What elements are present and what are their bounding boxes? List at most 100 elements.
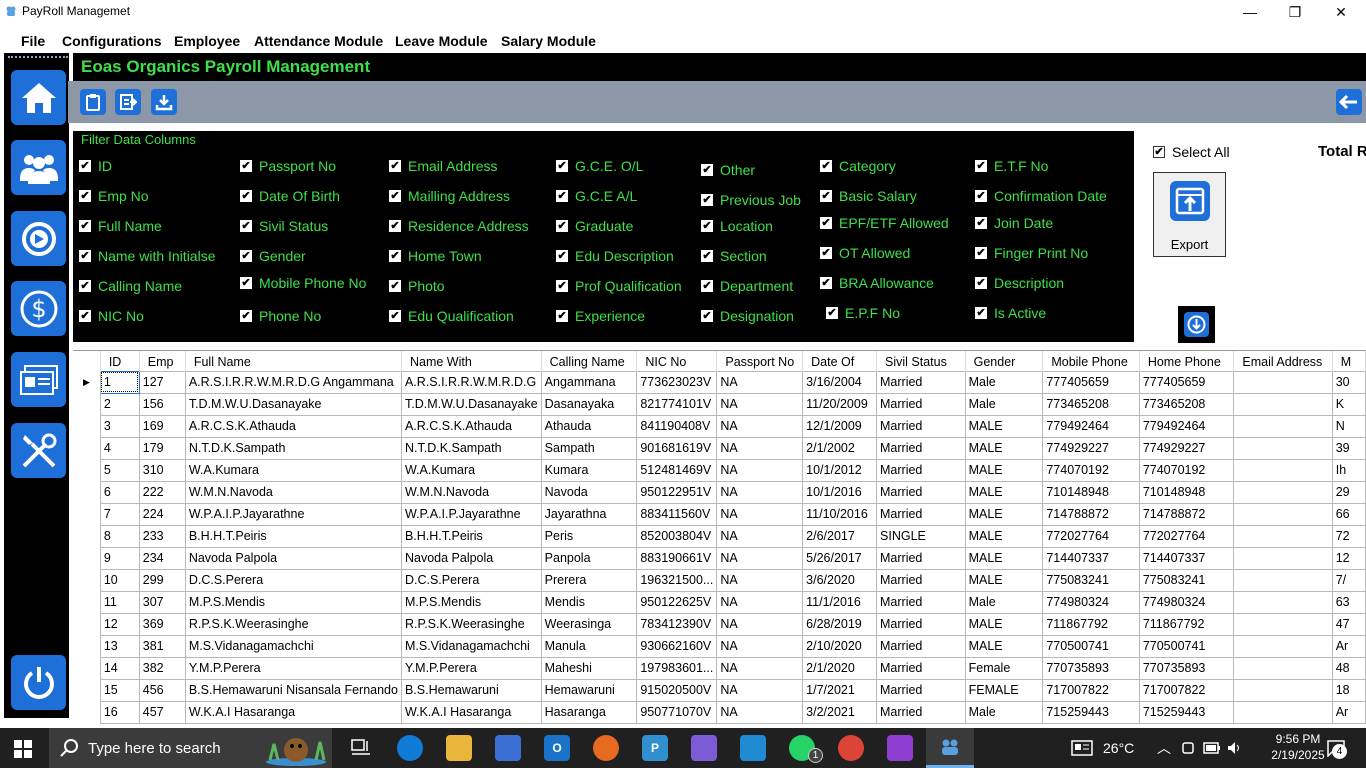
table-cell[interactable]: 772027764: [1138, 524, 1235, 548]
table-cell[interactable]: W.P.A.I.P.Jayarathne: [184, 502, 402, 526]
export-button[interactable]: Export: [1153, 172, 1226, 257]
table-cell[interactable]: 12: [1331, 546, 1366, 570]
filter-checkbox-edu-description[interactable]: ✔ Edu Description: [556, 248, 674, 264]
table-cell[interactable]: 710148948: [1138, 480, 1235, 504]
maximize-button[interactable]: ❐: [1272, 0, 1318, 24]
filter-checkbox-e-p-f-no[interactable]: ✔ E.P.F No: [826, 305, 900, 321]
filter-checkbox-photo[interactable]: ✔ Photo: [389, 278, 445, 294]
table-cell[interactable]: 774980324: [1042, 590, 1140, 614]
table-cell[interactable]: 710148948: [1042, 480, 1140, 504]
table-cell[interactable]: Ar: [1331, 700, 1366, 724]
table-cell[interactable]: 13: [99, 634, 140, 658]
table-cell[interactable]: Married: [876, 656, 966, 680]
table-cell[interactable]: Married: [876, 568, 966, 592]
row-selector[interactable]: [73, 635, 101, 657]
table-cell[interactable]: MALE: [964, 480, 1044, 504]
row-selector[interactable]: [73, 657, 101, 679]
table-cell[interactable]: 233: [138, 524, 186, 548]
table-cell[interactable]: Navoda Palpola: [184, 546, 402, 570]
table-cell[interactable]: 5/26/2017: [802, 546, 878, 570]
table-cell[interactable]: 30: [1331, 370, 1366, 394]
volume-icon[interactable]: [1227, 741, 1243, 755]
table-cell[interactable]: 950122625V: [636, 590, 718, 614]
table-row[interactable]: 12 369 R.P.S.K.Weerasinghe R.P.S.K.Weerasin…: [73, 612, 1366, 636]
table-cell[interactable]: 775083241: [1042, 568, 1140, 592]
filter-checkbox-basic-salary[interactable]: ✔ Basic Salary: [820, 188, 917, 204]
column-header[interactable]: M: [1332, 351, 1366, 371]
table-cell[interactable]: T.D.M.W.U.Dasanayake: [184, 392, 402, 416]
power-button[interactable]: [11, 655, 66, 710]
table-cell[interactable]: 169: [138, 414, 186, 438]
table-cell[interactable]: Maheshi: [540, 656, 638, 680]
table-cell[interactable]: NA: [716, 480, 804, 504]
filter-checkbox-g-c-e-a-l[interactable]: ✔ G.C.E A/L: [556, 188, 637, 204]
table-cell[interactable]: B.H.H.T.Peiris: [184, 524, 402, 548]
table-cell[interactable]: Jayarathna: [540, 502, 638, 526]
table-cell[interactable]: NA: [716, 524, 804, 548]
table-cell[interactable]: N: [1331, 414, 1366, 438]
table-cell[interactable]: 711867792: [1138, 612, 1235, 636]
table-cell[interactable]: Male: [964, 392, 1044, 416]
file-explorer-icon[interactable]: [446, 735, 472, 761]
table-cell[interactable]: Married: [876, 392, 966, 416]
table-cell[interactable]: 10: [99, 568, 140, 592]
table-cell[interactable]: 770500741: [1138, 634, 1235, 658]
task-view-icon[interactable]: [348, 735, 374, 761]
table-cell[interactable]: 3/16/2004: [802, 370, 878, 394]
table-cell[interactable]: Married: [876, 370, 966, 394]
table-cell[interactable]: Angammana: [540, 370, 638, 394]
table-cell[interactable]: K: [1331, 392, 1366, 416]
filter-checkbox-home-town[interactable]: ✔ Home Town: [389, 248, 482, 264]
table-cell[interactable]: Athauda: [540, 414, 638, 438]
table-cell[interactable]: N.T.D.K.Sampath: [184, 436, 402, 460]
table-cell[interactable]: A.R.S.I.R.R.W.M.R.D.G Angammana: [184, 370, 402, 394]
row-selector[interactable]: [73, 503, 101, 525]
table-cell[interactable]: 930662160V: [636, 634, 718, 658]
table-cell[interactable]: 222: [138, 480, 186, 504]
filter-checkbox-graduate[interactable]: ✔ Graduate: [556, 218, 633, 234]
table-cell[interactable]: B.H.H.T.Peiris: [400, 524, 542, 548]
table-cell[interactable]: 883190661V: [636, 546, 718, 570]
menu-employee[interactable]: Employee: [174, 33, 240, 49]
firefox-icon[interactable]: [593, 735, 619, 761]
table-cell[interactable]: 3/2/2021: [802, 700, 878, 724]
row-selector[interactable]: [73, 459, 101, 481]
menu-leave-module[interactable]: Leave Module: [395, 33, 488, 49]
filter-checkbox-is-active[interactable]: ✔ Is Active: [975, 305, 1046, 321]
column-header[interactable]: NIC No: [636, 351, 718, 371]
copilot-icon[interactable]: [691, 735, 717, 761]
row-selector[interactable]: [73, 415, 101, 437]
table-cell[interactable]: 714788872: [1138, 502, 1235, 526]
edge-icon[interactable]: [397, 735, 423, 761]
column-header[interactable]: Sivil Status: [876, 351, 966, 371]
battery-icon[interactable]: [1203, 742, 1221, 754]
table-cell[interactable]: Peris: [540, 524, 638, 548]
column-header[interactable]: Email Address: [1233, 351, 1333, 371]
table-cell[interactable]: 783412390V: [636, 612, 718, 636]
table-cell[interactable]: 6: [99, 480, 140, 504]
table-cell[interactable]: [1233, 700, 1333, 724]
table-cell[interactable]: 16: [99, 700, 140, 724]
table-cell[interactable]: 777405659: [1042, 370, 1140, 394]
table-cell[interactable]: 770500741: [1042, 634, 1140, 658]
row-selector[interactable]: [73, 525, 101, 547]
table-cell[interactable]: NA: [716, 678, 804, 702]
filter-checkbox-sivil-status[interactable]: ✔ Sivil Status: [240, 218, 328, 234]
table-cell[interactable]: 779492464: [1042, 414, 1140, 438]
table-cell[interactable]: 11: [99, 590, 140, 614]
table-cell[interactable]: 770735893: [1042, 656, 1140, 680]
row-selector[interactable]: [73, 701, 101, 723]
visual-studio-icon[interactable]: [887, 735, 913, 761]
employees-button[interactable]: [11, 140, 66, 195]
chrome-icon[interactable]: [838, 735, 864, 761]
table-cell[interactable]: N.T.D.K.Sampath: [400, 436, 542, 460]
menu-configurations[interactable]: Configurations: [62, 33, 162, 49]
table-cell[interactable]: 715259443: [1042, 700, 1140, 724]
table-cell[interactable]: 779492464: [1138, 414, 1235, 438]
table-row[interactable]: 7 224 W.P.A.I.P.Jayarathne W.P.A.I.P.Jayara…: [73, 502, 1366, 526]
settings-button[interactable]: [11, 423, 66, 478]
table-cell[interactable]: 1: [99, 370, 140, 394]
table-cell[interactable]: 369: [138, 612, 186, 636]
table-cell[interactable]: [1233, 590, 1333, 614]
table-cell[interactable]: MALE: [964, 546, 1044, 570]
